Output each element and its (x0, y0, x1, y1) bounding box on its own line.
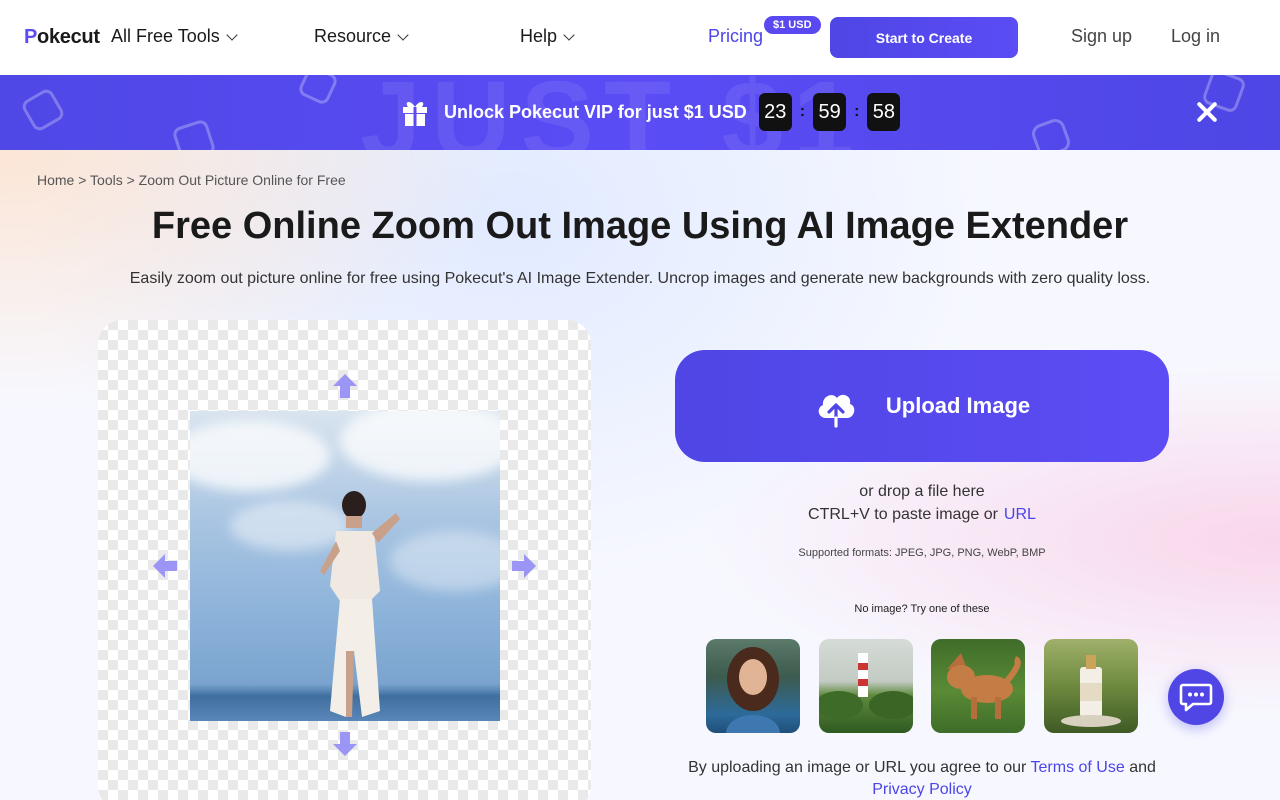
page-subtitle: Easily zoom out picture online for free … (129, 270, 1151, 287)
url-link[interactable]: URL (1004, 506, 1036, 523)
breadcrumb[interactable]: Home > Tools > Zoom Out Picture Online f… (37, 172, 346, 188)
upload-image-label: Upload Image (885, 393, 1031, 418)
timer-seconds: 58 (867, 93, 901, 131)
main-content: Home > Tools > Zoom Out Picture Online f… (0, 150, 1280, 800)
timer-hours: 23 (758, 93, 792, 131)
sample-dog-art (947, 653, 1021, 719)
arrow-down-icon (333, 732, 357, 756)
chevron-down-icon (397, 28, 409, 41)
sample-thumb-woman[interactable] (706, 639, 800, 733)
start-to-create-button[interactable]: Start to Create (830, 17, 1018, 58)
gift-icon (403, 102, 427, 126)
sample-product-art (1061, 655, 1121, 727)
nav-resource[interactable]: Resource (314, 26, 409, 47)
supported-formats: Supported formats: JPEG, JPG, PNG, WebP,… (798, 547, 1046, 559)
nav-label: All Free Tools (111, 26, 220, 46)
timer-colon: : (854, 103, 860, 120)
sample-thumb-dog[interactable] (931, 639, 1025, 733)
sample-thumb-lighthouse[interactable] (819, 639, 913, 733)
terms-prefix: By uploading an image or URL you agree t… (688, 759, 1027, 776)
close-icon[interactable] (1194, 99, 1220, 125)
terms-and: and (1129, 759, 1156, 776)
nav-all-free-tools[interactable]: All Free Tools (111, 26, 238, 47)
promo-banner: JUST $1 Unlock Pokecut VIP for just $1 U… (0, 75, 1280, 150)
promo-text: Unlock Pokecut VIP for just $1 USD (444, 101, 747, 122)
sample-lighthouse-art (819, 653, 913, 719)
sample-woman-art (726, 647, 780, 733)
chevron-down-icon (563, 28, 575, 41)
demo-photo (190, 411, 500, 721)
nav-help[interactable]: Help (520, 26, 575, 47)
no-image-hint: No image? Try one of these (854, 603, 990, 615)
logo-letter-p: P (24, 26, 38, 48)
chat-icon (1179, 683, 1213, 712)
arrow-up-icon (333, 374, 357, 398)
terms-notice: By uploading an image or URL you agree t… (640, 757, 1204, 800)
upload-image-button[interactable]: Upload Image (675, 350, 1169, 462)
sample-thumb-product[interactable] (1044, 639, 1138, 733)
timer-minutes: 59 (813, 93, 847, 131)
cloud-upload-icon (818, 394, 855, 428)
price-badge: $1 USD (764, 16, 821, 34)
hd-deco-icon (19, 86, 67, 134)
drop-hint: or drop a file here (859, 483, 985, 500)
promo-content: Unlock Pokecut VIP for just $1 USD 23 : … (400, 93, 901, 131)
log-in-link[interactable]: Log in (1171, 26, 1220, 47)
chat-support-button[interactable] (1168, 669, 1224, 725)
terms-of-use-link[interactable]: Terms of Use (1031, 759, 1125, 776)
grid-deco-icon (296, 75, 340, 107)
woman-figure (320, 491, 400, 717)
portrait-deco-icon (171, 118, 217, 150)
logo-text: okecut (37, 26, 100, 48)
page-title: Free Online Zoom Out Image Using AI Imag… (151, 205, 1129, 247)
nav-label: Help (520, 26, 558, 46)
timer-colon: : (799, 103, 806, 120)
demo-zoom-out-image (98, 320, 591, 800)
sign-up-link[interactable]: Sign up (1071, 26, 1132, 47)
arrow-right-icon (512, 554, 536, 578)
paste-hint: CTRL+V to paste image or URL (675, 506, 1169, 524)
nav-pricing[interactable]: Pricing (708, 26, 763, 47)
nav-label: Resource (314, 26, 392, 46)
arrow-left-icon (153, 554, 177, 578)
paste-text: CTRL+V to paste image or (808, 506, 998, 523)
header: Pokecut All Free Tools Resource Help Pri… (0, 0, 1280, 75)
pokecut-logo[interactable]: Pokecut (24, 26, 100, 49)
smile-deco-icon (1029, 116, 1073, 150)
chevron-down-icon (226, 28, 238, 41)
privacy-policy-link[interactable]: Privacy Policy (872, 781, 972, 798)
